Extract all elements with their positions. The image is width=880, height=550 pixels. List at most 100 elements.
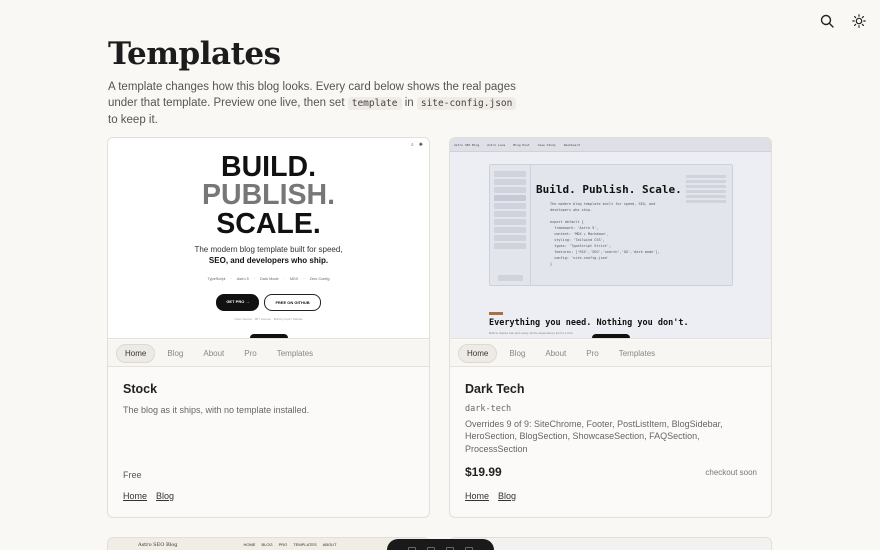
template-name: Dark Tech [465,382,525,396]
tree-row [494,203,526,209]
page-title: Templates [108,36,281,72]
template-links: Home Blog [465,491,516,501]
template-slug: dark-tech [465,404,512,414]
preview-nav: Home Blog About Pro Templates [450,340,771,367]
template-card-next-right[interactable] [449,537,772,550]
minimap-line [686,180,726,183]
template-card-dark-tech[interactable]: Astro SEO Blog Astro Lens Blog Post Case… [449,137,772,518]
preview-hero-line-3: SCALE. [216,208,321,240]
minimap-line [686,185,726,188]
intro-text: to keep it. [108,114,158,126]
sun-icon[interactable] [850,12,868,30]
minimap-line [686,190,726,193]
tree-row [494,211,526,217]
preview-nav-blog[interactable]: Blog [501,345,533,362]
preview-code-lines: The modern blog template built for speed… [550,202,660,266]
template-link-blog[interactable]: Blog [156,491,174,501]
preview-floating-pill [250,334,288,338]
separator: · [303,277,305,281]
minimap-line [686,200,726,203]
floating-toolbar[interactable] [387,539,494,550]
preview-feature: MDX [289,277,299,281]
template-price: $19.99 [465,465,502,479]
preview-dark-tech-page: Astro SEO Blog Astro Lens Blog Post Case… [450,138,771,338]
preview-nav-home[interactable]: Home [116,343,156,363]
preview-fine-print: Open Source · MIT License · Built by Kev… [234,317,303,321]
preview-file-tree [490,165,531,285]
search-icon: ⌕ [410,142,414,148]
checkout-status: checkout soon [705,468,757,477]
preview-get-pro-button: GET PRO → [216,294,260,311]
preview-code-editor: Build. Publish. Scale. The modern blog t… [489,164,733,286]
preview-feature: Astro 5 [236,277,249,281]
template-overrides: Overrides 9 of 9: SiteChrome, Footer, Po… [465,419,723,454]
preview-nav-home[interactable]: Home [458,343,498,363]
template-price: Free [123,470,142,480]
preview-nav-about[interactable]: About [537,345,574,362]
preview-header-icons: ⌕ ✺ [411,142,423,148]
template-link-home[interactable]: Home [123,491,147,501]
preview-orange-button [498,275,523,281]
preview-tab: Blog Post [513,142,530,147]
preview-subtitle-line: SEO, and developers who ship. [208,256,329,265]
tree-row [494,243,526,249]
preview-nav-about[interactable]: About [195,345,232,362]
preview-free-github-button: FREE ON GITHUB [264,294,321,311]
preview-floating-pill [592,334,630,338]
preview-nav-item: BLOG [261,542,273,547]
preview-section-title: Everything you need. Nothing you don't. [489,318,689,328]
intro-code-config: site-config.json [416,97,517,110]
intro-text: in [404,97,414,109]
preview-hero-line-2: PUBLISH. [201,179,335,211]
preview-section-caption: Built to feature fast and ready. All the… [489,331,574,335]
preview-nav-pro[interactable]: Pro [578,345,606,362]
minimap-line [686,175,726,178]
template-preview[interactable]: ⌕ ✺ BUILD. PUBLISH. SCALE. The modern blo… [108,138,429,339]
preview-nav-pro[interactable]: Pro [236,345,264,362]
separator: · [230,277,232,281]
template-link-blog[interactable]: Blog [498,491,516,501]
preview-tab: Astro SEO Blog [454,142,480,147]
tree-row [494,219,526,225]
preview-nav-item: PRO [278,542,288,547]
page-intro: A template changes how this blog looks. … [108,79,518,128]
template-name: Stock [123,382,158,396]
tree-row [494,171,526,177]
preview-tab: Astro Lens [487,142,506,147]
preview-header-strip [450,538,771,550]
preview-nav-item: HOME [243,542,256,547]
template-card-stock[interactable]: ⌕ ✺ BUILD. PUBLISH. SCALE. The modern blo… [107,137,430,518]
preview-features: TypeScript · Astro 5 · Dark Mode · MDX · Zer… [108,277,429,281]
tree-row [494,179,526,185]
tree-row [494,195,526,201]
preview-nav-item: TEMPLATES [293,542,317,547]
header-actions [818,12,868,30]
preview-feature: Dark Mode [260,277,279,281]
intro-code-template: template [347,97,402,110]
preview-tab: Case Study [537,142,556,147]
preview-feature: TypeScript [207,277,226,281]
preview-nav-templates[interactable]: Templates [269,345,321,362]
search-icon[interactable] [818,12,836,30]
template-preview[interactable]: Astro SEO Blog Astro Lens Blog Post Case… [450,138,771,339]
preview-hero-line-1: BUILD. [221,151,316,183]
preview-brand: Astro SEO Blog [138,541,178,548]
minimap-line [686,195,726,198]
preview-stock-page: ⌕ ✺ BUILD. PUBLISH. SCALE. The modern blo… [108,138,429,338]
sun-icon: ✺ [418,142,423,148]
preview-nav-templates[interactable]: Templates [611,345,663,362]
template-description: The blog as it ships, with no template i… [123,405,310,415]
template-link-home[interactable]: Home [465,491,489,501]
preview-headline: Build. Publish. Scale. [536,183,682,196]
tree-row [494,235,526,241]
preview-feature: Zero Config [309,277,330,281]
template-links: Home Blog [123,491,174,501]
preview-tab: Dashboard [563,142,580,147]
preview-nav-item: ABOUT [322,542,337,547]
tree-row [494,227,526,233]
preview-nav: Home Blog About Pro Templates [108,340,429,367]
template-card-next-left[interactable]: Astro SEO Blog HOME BLOG PRO TEMPLATES A… [107,537,430,550]
preview-nav-blog[interactable]: Blog [159,345,191,362]
tree-row [494,187,526,193]
preview-accent-tag [489,312,503,315]
